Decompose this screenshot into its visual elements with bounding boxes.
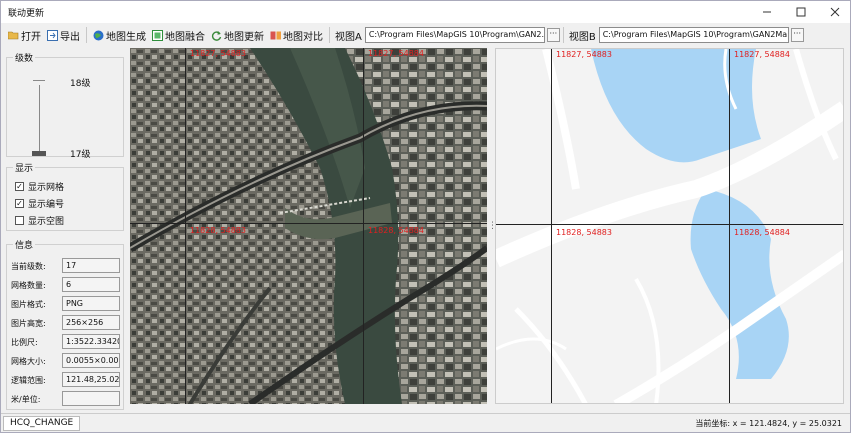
view-b-browse-button[interactable]: ···: [790, 28, 804, 42]
info-label: 图片格式:: [11, 300, 46, 309]
tile-label: 11828, 54884: [734, 228, 790, 237]
view-a-browse-button[interactable]: ···: [546, 28, 560, 42]
image-size-field[interactable]: 256×256: [62, 315, 120, 330]
maximize-button[interactable]: [784, 1, 818, 23]
status-coordinates: 当前坐标: x = 121.4824, y = 25.0321: [695, 419, 842, 428]
checkbox-box[interactable]: ✓: [15, 182, 24, 191]
scale-field[interactable]: 1:3522.33420: [62, 334, 120, 349]
show-number-checkbox[interactable]: ✓ 显示编号: [15, 197, 64, 210]
left-panel: 级数 18级 17级 显示 ✓ 显示网格 ✓ 显示编号 显示空图 信息 当前级数…: [1, 47, 127, 411]
title-bar: 联动更新: [1, 1, 850, 23]
merge-map-label: 地图融合: [165, 31, 205, 43]
info-label: 网格大小:: [11, 357, 46, 366]
generate-map-button[interactable]: 地图生成: [90, 25, 149, 45]
tile-label: 11827, 54883: [556, 50, 612, 59]
view-b-map[interactable]: 11827, 54883 11827, 54884 11828, 54883 1…: [495, 48, 844, 404]
info-label: 米/单位:: [11, 395, 41, 404]
grid-line: [551, 49, 552, 403]
grid-line: [130, 223, 487, 224]
toolbar: 打开 导出 地图生成 地图融合 地图更新 地图对比 视图A C:\Program…: [1, 23, 850, 47]
view-a-label: 视图A: [335, 31, 362, 43]
level-group: 级数 18级 17级: [6, 51, 124, 160]
tile-label: 11828, 54883: [190, 226, 246, 235]
checkbox-box[interactable]: ✓: [15, 199, 24, 208]
open-button[interactable]: 打开: [5, 25, 44, 45]
tile-label: 11827, 54884: [368, 49, 424, 58]
tile-label: 11828, 54883: [556, 228, 612, 237]
generate-map-label: 地图生成: [106, 31, 146, 43]
compare-icon: [270, 30, 281, 41]
grid-size-field[interactable]: 0.0055×0.005: [62, 353, 120, 368]
folder-icon: [8, 30, 19, 41]
view-b-label: 视图B: [568, 31, 596, 43]
vector-map: [496, 49, 843, 403]
close-icon: [830, 7, 840, 17]
tile-label: 11827, 54883: [190, 49, 246, 58]
toolbar-separator: [562, 27, 564, 43]
export-icon: [47, 29, 58, 41]
merge-icon: [152, 29, 163, 41]
checkbox-label: 显示编号: [28, 200, 65, 210]
main-window: 联动更新 打开 导出 地图生成 地图融合 地图更新 地图对比 视图A C:\Pr…: [0, 0, 851, 433]
close-button[interactable]: [818, 1, 851, 23]
info-label: 当前级数:: [11, 262, 46, 271]
maximize-icon: [796, 7, 806, 17]
info-group-title: 信息: [13, 238, 36, 251]
checkbox-label: 显示空图: [28, 217, 65, 227]
logical-range-field[interactable]: 121.48,25.02,: [62, 372, 120, 387]
info-label: 图片高宽:: [11, 319, 46, 328]
view-splitter[interactable]: ⋮: [488, 221, 497, 235]
export-button[interactable]: 导出: [44, 25, 83, 45]
current-level-field[interactable]: 17: [62, 258, 120, 273]
info-group: 信息 当前级数: 17 网格数量: 6 图片格式: PNG 图片高宽: 256×…: [6, 238, 124, 410]
view-a-map[interactable]: 11827, 54883 11827, 54884 11828, 54883 1…: [130, 48, 487, 404]
minimize-button[interactable]: [750, 1, 784, 23]
show-empty-checkbox[interactable]: 显示空图: [15, 214, 64, 227]
info-label: 网格数量:: [11, 281, 46, 290]
tile-label: 11828, 54884: [368, 226, 424, 235]
display-group-title: 显示: [13, 161, 36, 174]
globe-icon: [93, 30, 104, 41]
level-group-title: 级数: [13, 51, 36, 64]
grid-line: [363, 48, 364, 404]
refresh-icon: [211, 30, 222, 41]
display-group: 显示 ✓ 显示网格 ✓ 显示编号 显示空图: [6, 161, 124, 231]
view-a-path-field[interactable]: C:\Program Files\MapGIS 10\Program\GAN2.…: [364, 27, 545, 43]
grid-count-field[interactable]: 6: [62, 277, 120, 292]
grid-line: [729, 49, 730, 403]
meters-per-unit-field[interactable]: [62, 391, 120, 406]
toolbar-separator: [329, 27, 330, 43]
export-label: 导出: [60, 31, 80, 43]
checkbox-box[interactable]: [15, 216, 24, 225]
status-bar: HCQ_CHANGE 当前坐标: x = 121.4824, y = 25.03…: [1, 413, 850, 432]
minimize-icon: [763, 11, 771, 13]
image-format-field[interactable]: PNG: [62, 296, 120, 311]
level-slider-thumb[interactable]: [32, 151, 46, 156]
compare-map-label: 地图对比: [283, 31, 323, 43]
toolbar-separator: [86, 27, 87, 43]
grid-line: [496, 224, 843, 225]
view-b-path-field[interactable]: C:\Program Files\MapGIS 10\Program\GAN2M…: [598, 27, 789, 43]
merge-map-button[interactable]: 地图融合: [149, 25, 208, 45]
open-label: 打开: [21, 31, 41, 43]
level-top-label: 18级: [70, 79, 91, 89]
compare-map-button[interactable]: 地图对比: [267, 25, 326, 45]
grid-line: [185, 48, 186, 404]
status-layer-name: HCQ_CHANGE: [3, 416, 81, 431]
info-label: 比例尺:: [11, 338, 38, 347]
checkbox-label: 显示网格: [28, 183, 65, 193]
show-grid-checkbox[interactable]: ✓ 显示网格: [15, 180, 64, 193]
info-label: 逻辑范围:: [11, 376, 46, 385]
update-map-button[interactable]: 地图更新: [208, 25, 267, 45]
window-title: 联动更新: [8, 9, 45, 19]
level-tick-top: [33, 80, 45, 81]
tile-label: 11827, 54884: [734, 50, 790, 59]
satellite-imagery: [130, 48, 487, 404]
level-bottom-label: 17级: [70, 150, 91, 160]
level-slider-track[interactable]: [39, 85, 40, 155]
update-map-label: 地图更新: [224, 31, 264, 43]
